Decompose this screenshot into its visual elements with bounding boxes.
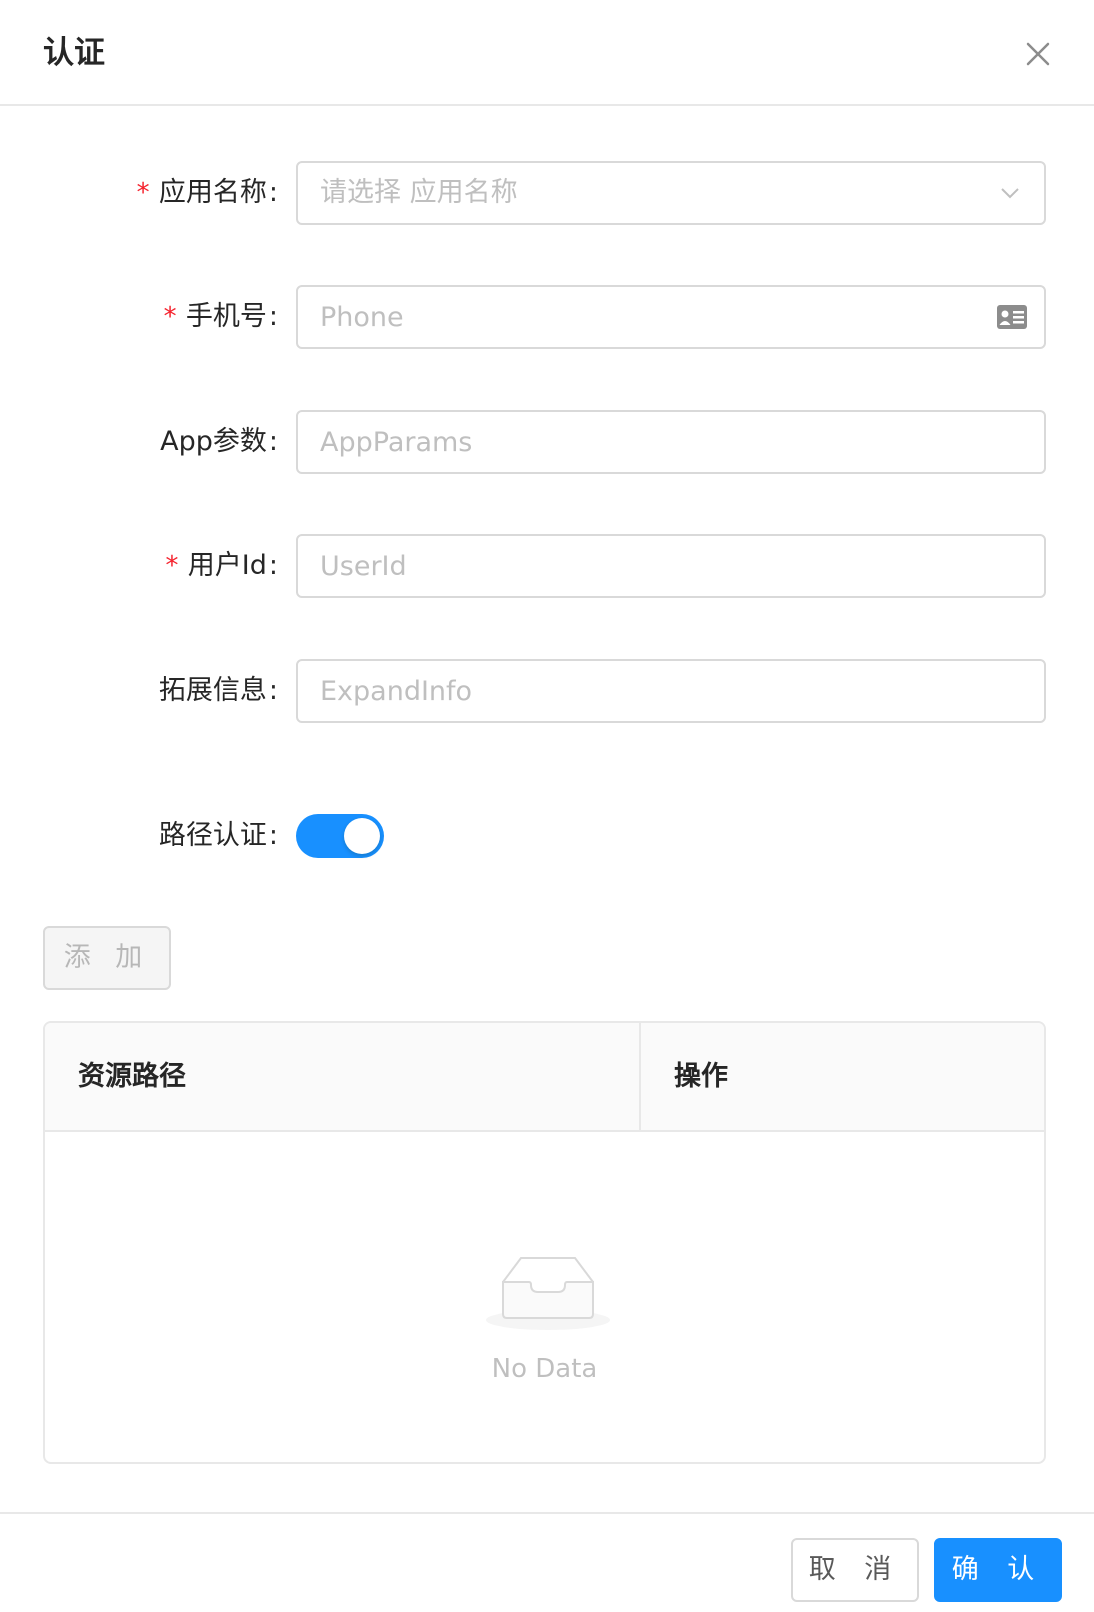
- app-params-label: App参数:: [160, 410, 278, 474]
- add-button[interactable]: 添 加: [43, 926, 171, 990]
- app-name-select[interactable]: 请选择 应用名称: [296, 161, 1046, 225]
- app-name-label-text: 应用名称: [158, 177, 267, 208]
- user-id-input[interactable]: [298, 536, 1044, 596]
- label-colon: :: [268, 301, 278, 332]
- label-colon: :: [268, 820, 278, 851]
- expand-info-label-text: 拓展信息: [158, 675, 267, 706]
- label-colon: :: [268, 426, 278, 457]
- table-header: 资源路径 操作: [45, 1023, 1044, 1132]
- app-name-select-placeholder: 请选择 应用名称: [320, 177, 518, 208]
- required-mark: *: [164, 551, 180, 581]
- empty-inbox-icon: [486, 1257, 610, 1330]
- phone-label-text: 手机号: [185, 301, 267, 332]
- phone-input[interactable]: [298, 287, 1044, 347]
- table-empty-state: No Data: [45, 1132, 1044, 1462]
- contact-card-icon: [997, 305, 1027, 329]
- label-colon: :: [268, 675, 278, 706]
- app-params-field-wrapper: [296, 410, 1046, 474]
- form-row-user-id: * 用户Id:: [0, 534, 1094, 598]
- label-colon: :: [268, 550, 278, 581]
- path-auth-toggle[interactable]: [296, 814, 384, 858]
- toggle-knob: [344, 818, 380, 854]
- auth-modal: 认证 * 应用名称: 请选择 应用名称 * 手机号: Phone App参数: …: [0, 0, 1094, 1612]
- app-params-label-text: App参数: [160, 426, 267, 457]
- expand-info-field-wrapper: [296, 659, 1046, 723]
- path-auth-label-text: 路径认证: [158, 820, 267, 851]
- user-id-field-wrapper: [296, 534, 1046, 598]
- form-row-phone: * 手机号:: [0, 285, 1094, 349]
- cancel-button[interactable]: 取 消: [791, 1538, 919, 1602]
- user-id-label: * 用户Id:: [164, 534, 278, 598]
- form-row-app-name: * 应用名称: 请选择 应用名称: [0, 161, 1094, 225]
- close-button[interactable]: [1018, 34, 1058, 74]
- chevron-down-icon: [1001, 188, 1019, 199]
- expand-info-input[interactable]: [298, 661, 1044, 721]
- form-row-path-auth: 路径认证:: [0, 804, 1094, 868]
- form-row-app-params: App参数:: [0, 410, 1094, 474]
- modal-title: 认证: [43, 35, 105, 71]
- close-icon: [1026, 42, 1050, 66]
- phone-field-wrapper: [296, 285, 1046, 349]
- form-row-expand-info: 拓展信息:: [0, 659, 1094, 723]
- phone-label: * 手机号:: [162, 285, 278, 349]
- modal-header: 认证: [0, 0, 1094, 106]
- user-id-label-text: 用户Id: [187, 550, 267, 581]
- label-colon: :: [268, 177, 278, 208]
- column-header-resource-path: 资源路径: [45, 1023, 641, 1130]
- resource-path-table: 资源路径 操作 No Data: [43, 1021, 1046, 1464]
- column-header-operations: 操作: [674, 1061, 728, 1092]
- confirm-button[interactable]: 确 认: [934, 1538, 1062, 1602]
- app-params-input[interactable]: [298, 412, 1044, 472]
- required-mark: *: [135, 178, 151, 208]
- empty-text: No Data: [491, 1354, 598, 1384]
- modal-footer: 取 消 确 认: [0, 1512, 1094, 1612]
- required-mark: *: [162, 302, 178, 332]
- app-name-label: * 应用名称:: [135, 161, 278, 225]
- expand-info-label: 拓展信息:: [159, 659, 278, 723]
- path-auth-label: 路径认证:: [159, 804, 278, 868]
